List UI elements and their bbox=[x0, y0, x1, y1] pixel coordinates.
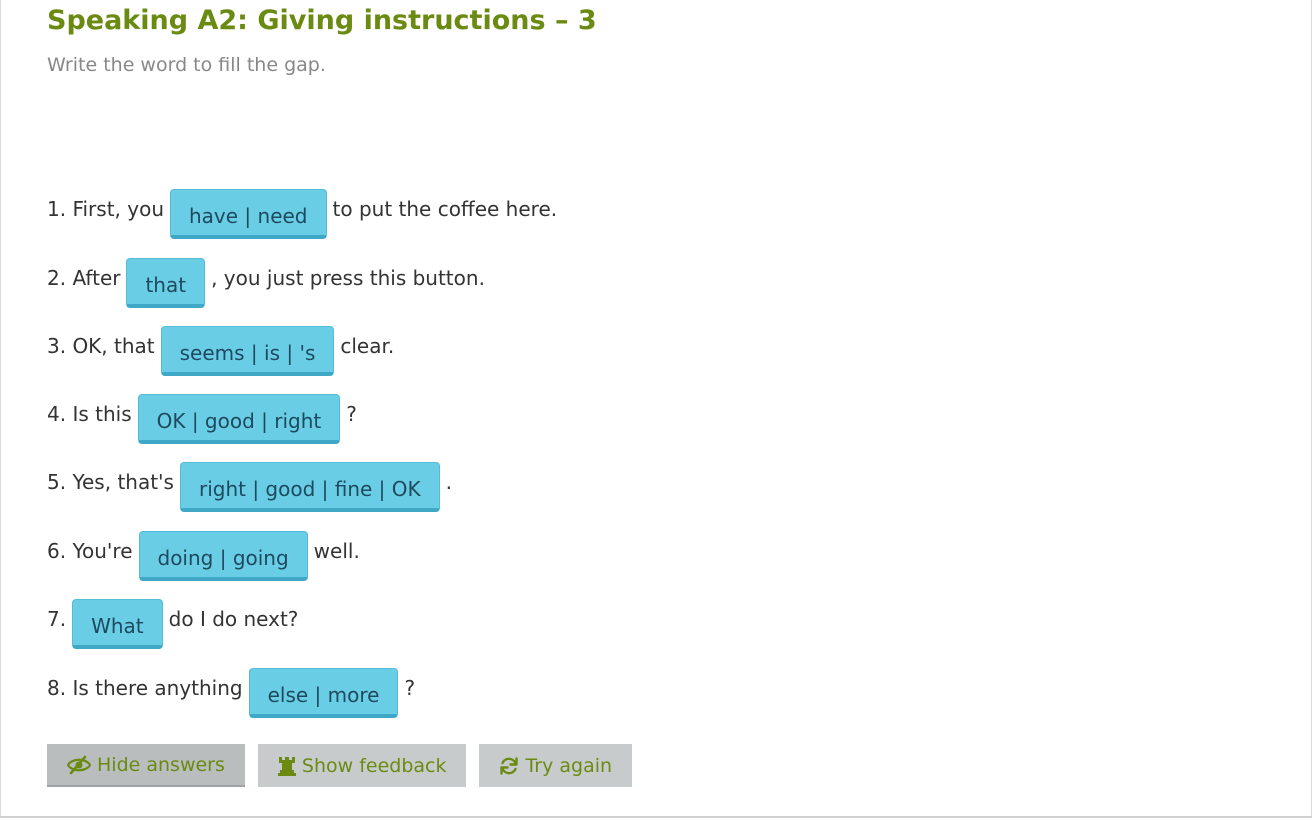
question-8-after: ? bbox=[404, 676, 416, 700]
page-title: Speaking A2: Giving instructions – 3 bbox=[47, 5, 597, 36]
question-1-after: to put the coffee here. bbox=[332, 197, 558, 221]
action-buttons: Hide answers Show feedback Try again bbox=[47, 744, 633, 787]
answer-box-3[interactable]: seems | is | 's bbox=[160, 326, 335, 376]
question-4-before: 4. Is this bbox=[47, 402, 132, 426]
question-8: 8. Is there anything else | more ? bbox=[47, 666, 415, 720]
eye-slash-icon bbox=[67, 755, 91, 775]
question-5-before: 5. Yes, that's bbox=[47, 470, 174, 494]
chess-rook-icon bbox=[277, 756, 296, 776]
try-again-label: Try again bbox=[525, 754, 613, 777]
instructions-text: Write the word to fill the gap. bbox=[47, 54, 326, 76]
answer-box-7[interactable]: What bbox=[72, 599, 163, 649]
question-3: 3. OK, that seems | is | 's clear. bbox=[47, 324, 394, 378]
refresh-icon bbox=[499, 756, 519, 776]
question-2: 2. After that , you just press this butt… bbox=[47, 256, 485, 310]
answer-box-5[interactable]: right | good | fine | OK bbox=[179, 462, 440, 512]
question-2-after: , you just press this button. bbox=[211, 266, 485, 290]
question-3-before: 3. OK, that bbox=[47, 334, 155, 358]
show-feedback-button[interactable]: Show feedback bbox=[257, 744, 467, 787]
answer-box-2[interactable]: that bbox=[126, 258, 206, 308]
hide-answers-label: Hide answers bbox=[97, 753, 225, 776]
question-1-before: 1. First, you bbox=[47, 197, 164, 221]
question-6-before: 6. You're bbox=[47, 539, 133, 563]
question-4-after: ? bbox=[346, 402, 357, 426]
show-feedback-label: Show feedback bbox=[301, 754, 447, 777]
question-6-after: well. bbox=[313, 539, 360, 563]
answer-box-1[interactable]: have | need bbox=[170, 189, 327, 239]
answer-box-4[interactable]: OK | good | right bbox=[137, 394, 341, 444]
answer-box-6[interactable]: doing | going bbox=[138, 531, 308, 581]
question-5-after: . bbox=[445, 470, 452, 494]
question-6: 6. You're doing | going well. bbox=[47, 529, 360, 583]
question-7-after: do I do next? bbox=[168, 607, 299, 631]
question-8-before: 8. Is there anything bbox=[47, 676, 243, 700]
answer-box-8[interactable]: else | more bbox=[248, 668, 399, 718]
question-3-after: clear. bbox=[340, 334, 395, 358]
question-4: 4. Is this OK | good | right ? bbox=[47, 392, 357, 446]
question-7: 7. What do I do next? bbox=[47, 597, 298, 651]
question-5: 5. Yes, that's right | good | fine | OK … bbox=[47, 460, 452, 514]
question-7-before: 7. bbox=[47, 607, 67, 631]
hide-answers-button[interactable]: Hide answers bbox=[47, 744, 245, 787]
try-again-button[interactable]: Try again bbox=[479, 744, 633, 787]
question-2-before: 2. After bbox=[47, 266, 121, 290]
question-1: 1. First, you have | need to put the cof… bbox=[47, 187, 557, 241]
exercise-frame: Speaking A2: Giving instructions – 3 Wri… bbox=[0, 0, 1312, 818]
